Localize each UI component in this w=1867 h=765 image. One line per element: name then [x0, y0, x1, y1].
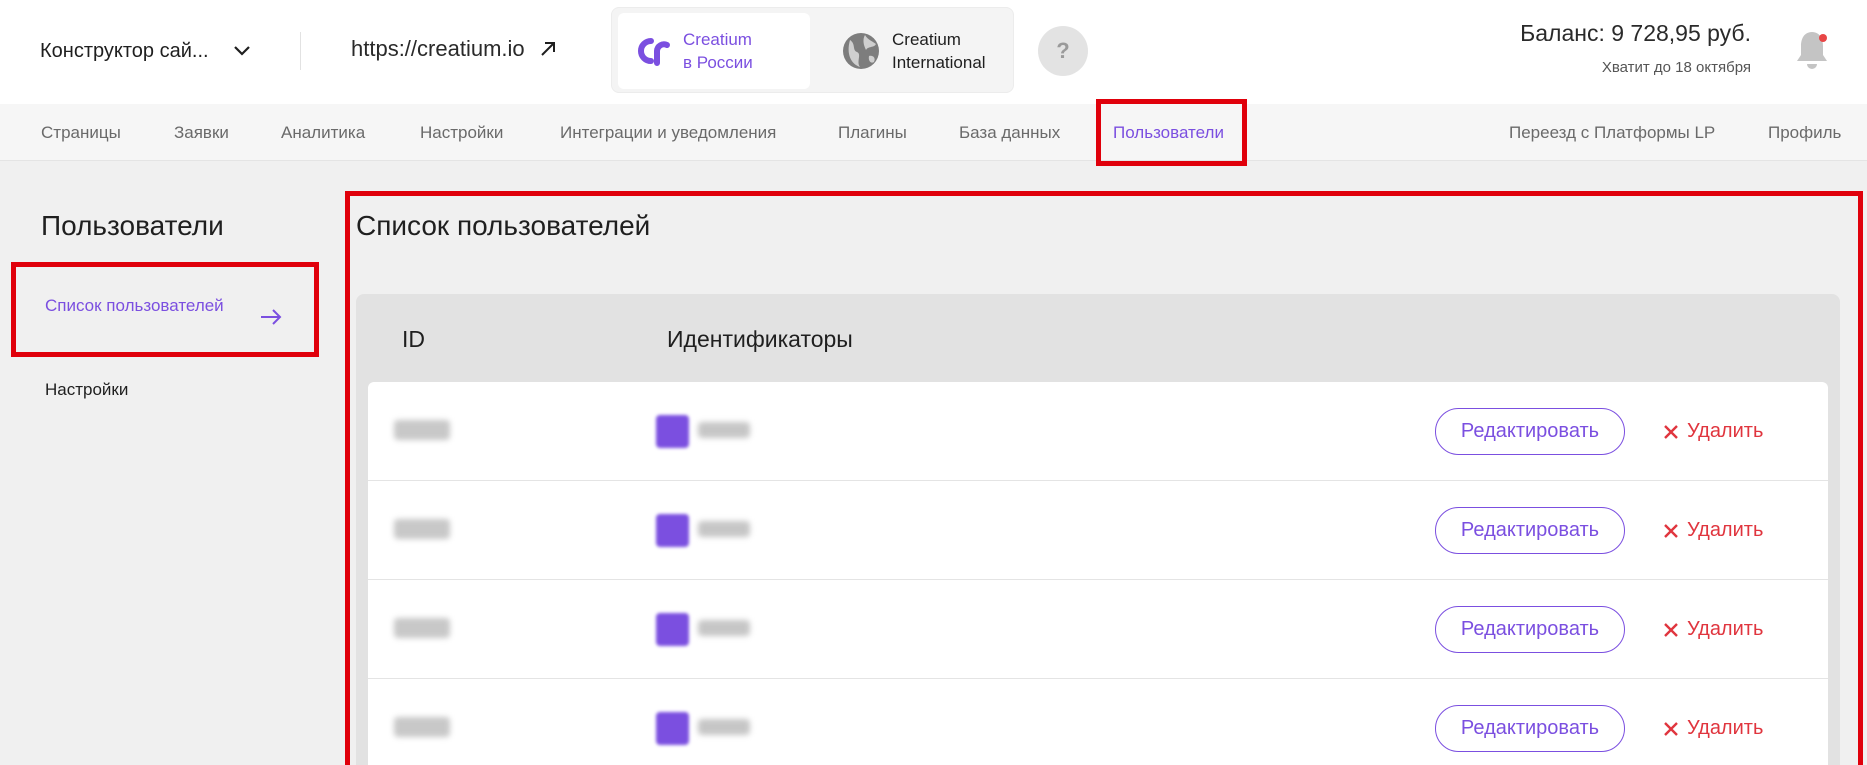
user-identifier	[698, 521, 750, 537]
sidebar-item-settings[interactable]: Настройки	[45, 380, 128, 400]
delete-button[interactable]: Удалить	[1663, 408, 1763, 455]
close-icon	[1664, 424, 1678, 439]
user-id	[394, 717, 450, 737]
top-header: Конструктор сай... https://creatium.io C…	[0, 0, 1867, 104]
column-header-identifiers: Идентификаторы	[667, 326, 853, 352]
nav-item-analytics[interactable]: Аналитика	[281, 104, 365, 161]
balance-amount: Баланс: 9 728,95 руб.	[1520, 20, 1751, 46]
region-international-label: Creatium International	[892, 30, 986, 72]
identifier-icon	[656, 613, 689, 646]
delete-label: Удалить	[1687, 618, 1764, 640]
region-russia-label: Creatium в России	[683, 30, 753, 72]
user-id	[394, 519, 450, 539]
site-selector-label: Конструктор сай...	[40, 39, 209, 62]
nav-item-integrations[interactable]: Интеграции и уведомления	[560, 104, 776, 161]
identifier-icon	[656, 415, 689, 448]
identifier-icon	[656, 514, 689, 547]
table-body: Редактировать Удалить Редактировать Удал…	[368, 382, 1828, 765]
chevron-down-icon	[233, 46, 250, 56]
table-row: Редактировать Удалить	[368, 382, 1828, 481]
delete-label: Удалить	[1687, 717, 1764, 739]
sidebar-item-user-list[interactable]: Список пользователей	[45, 292, 285, 320]
table-row: Редактировать Удалить	[368, 580, 1828, 679]
nav-item-pages[interactable]: Страницы	[41, 104, 121, 161]
balance-note: Хватит до 18 октября	[1601, 59, 1751, 76]
user-identifier	[698, 620, 750, 636]
creatium-logo-icon	[638, 38, 670, 66]
user-id	[394, 420, 450, 440]
edit-button[interactable]: Редактировать	[1435, 606, 1625, 653]
delete-label: Удалить	[1687, 420, 1764, 442]
delete-label: Удалить	[1687, 519, 1764, 541]
header-divider	[300, 32, 301, 70]
site-url-label: https://creatium.io	[351, 36, 525, 61]
sidebar-title: Пользователи	[41, 210, 224, 241]
nav-item-settings[interactable]: Настройки	[420, 104, 503, 161]
close-icon	[1664, 523, 1678, 538]
region-russia-button[interactable]: Creatium в России	[618, 13, 810, 89]
column-header-id: ID	[402, 326, 425, 352]
delete-button[interactable]: Удалить	[1663, 705, 1763, 752]
nav-item-profile[interactable]: Профиль	[1768, 104, 1841, 161]
delete-button[interactable]: Удалить	[1663, 606, 1763, 653]
arrow-right-icon[interactable]	[259, 308, 283, 326]
external-link-icon	[540, 42, 555, 56]
edit-button[interactable]: Редактировать	[1435, 705, 1625, 752]
close-icon	[1664, 721, 1678, 736]
table-row: Редактировать Удалить	[368, 481, 1828, 580]
region-international-button[interactable]: Creatium International	[830, 13, 1008, 89]
delete-button[interactable]: Удалить	[1663, 507, 1763, 554]
user-identifier	[698, 719, 750, 735]
close-icon	[1664, 622, 1678, 637]
nav-item-database[interactable]: База данных	[959, 104, 1060, 161]
globe-icon	[843, 33, 879, 69]
edit-button[interactable]: Редактировать	[1435, 507, 1625, 554]
region-switch: Creatium в России Creatium International	[611, 7, 1014, 93]
nav-item-users[interactable]: Пользователи	[1113, 104, 1224, 161]
nav-item-plugins[interactable]: Плагины	[838, 104, 907, 161]
balance-block[interactable]: Баланс: 9 728,95 руб. Хватит до 18 октяб…	[1520, 20, 1751, 76]
user-identifier	[698, 422, 750, 438]
identifier-icon	[656, 712, 689, 745]
site-url-link[interactable]: https://creatium.io	[351, 36, 557, 62]
edit-button[interactable]: Редактировать	[1435, 408, 1625, 455]
nav-item-migration[interactable]: Переезд с Платформы LP	[1509, 104, 1715, 161]
user-id	[394, 618, 450, 638]
users-table: ID Идентификаторы Редактировать Удалить …	[356, 294, 1840, 765]
help-button[interactable]: ?	[1038, 26, 1088, 76]
table-row: Редактировать Удалить	[368, 679, 1828, 765]
bell-icon[interactable]	[1792, 28, 1832, 72]
site-selector[interactable]: Конструктор сай...	[40, 36, 251, 66]
page-title: Список пользователей	[356, 210, 651, 241]
main-nav: Страницы Заявки Аналитика Настройки Инте…	[0, 104, 1867, 161]
nav-item-requests[interactable]: Заявки	[174, 104, 229, 161]
